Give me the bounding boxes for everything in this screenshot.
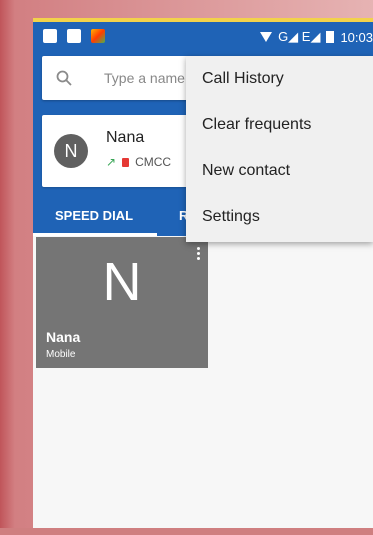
sim-notification-icon <box>43 29 57 43</box>
speed-dial-tile[interactable]: N Nana Mobile <box>36 237 208 368</box>
avatar: N <box>54 134 88 168</box>
recent-contact-card[interactable]: N Nana ↗ CMCC <box>42 115 202 187</box>
notification-icons <box>43 29 105 43</box>
tile-letter: N <box>102 252 142 312</box>
menu-item-call-history[interactable]: Call History <box>186 56 373 102</box>
sim-icon <box>122 157 130 167</box>
network-indicator: G◢ E◢ <box>278 29 321 44</box>
overflow-menu: Call History Clear frequents New contact… <box>186 56 373 242</box>
tab-speed-dial[interactable]: SPEED DIAL <box>55 208 133 223</box>
search-input[interactable]: Type a name <box>104 70 196 86</box>
image-notification-icon <box>67 29 81 43</box>
more-options-icon[interactable] <box>197 247 200 260</box>
call-info: ↗ CMCC <box>106 155 171 169</box>
search-box[interactable]: Type a name <box>42 56 202 100</box>
menu-item-clear-frequents[interactable]: Clear frequents <box>186 102 373 148</box>
status-time: 10:03 <box>340 29 373 45</box>
search-icon <box>56 70 72 86</box>
menu-item-settings[interactable]: Settings <box>186 194 373 240</box>
tile-name: Nana <box>46 329 81 345</box>
app-notification-icon <box>91 29 105 43</box>
contact-name: Nana <box>106 129 145 146</box>
carrier-label: CMCC <box>135 155 172 169</box>
menu-item-new-contact[interactable]: New contact <box>186 148 373 194</box>
outgoing-call-icon: ↗ <box>106 155 117 169</box>
tile-phone-type: Mobile <box>46 349 76 360</box>
wifi-icon <box>260 32 273 42</box>
tab-indicator <box>33 233 157 236</box>
battery-icon <box>326 31 335 43</box>
photo-frame-bottom <box>0 528 373 535</box>
phone-screen: G◢ E◢ 10:03 Type a name N Nana ↗ CMCC SP… <box>33 18 373 528</box>
status-right: G◢ E◢ 10:03 <box>260 29 373 45</box>
status-bar: G◢ E◢ 10:03 <box>33 22 373 52</box>
